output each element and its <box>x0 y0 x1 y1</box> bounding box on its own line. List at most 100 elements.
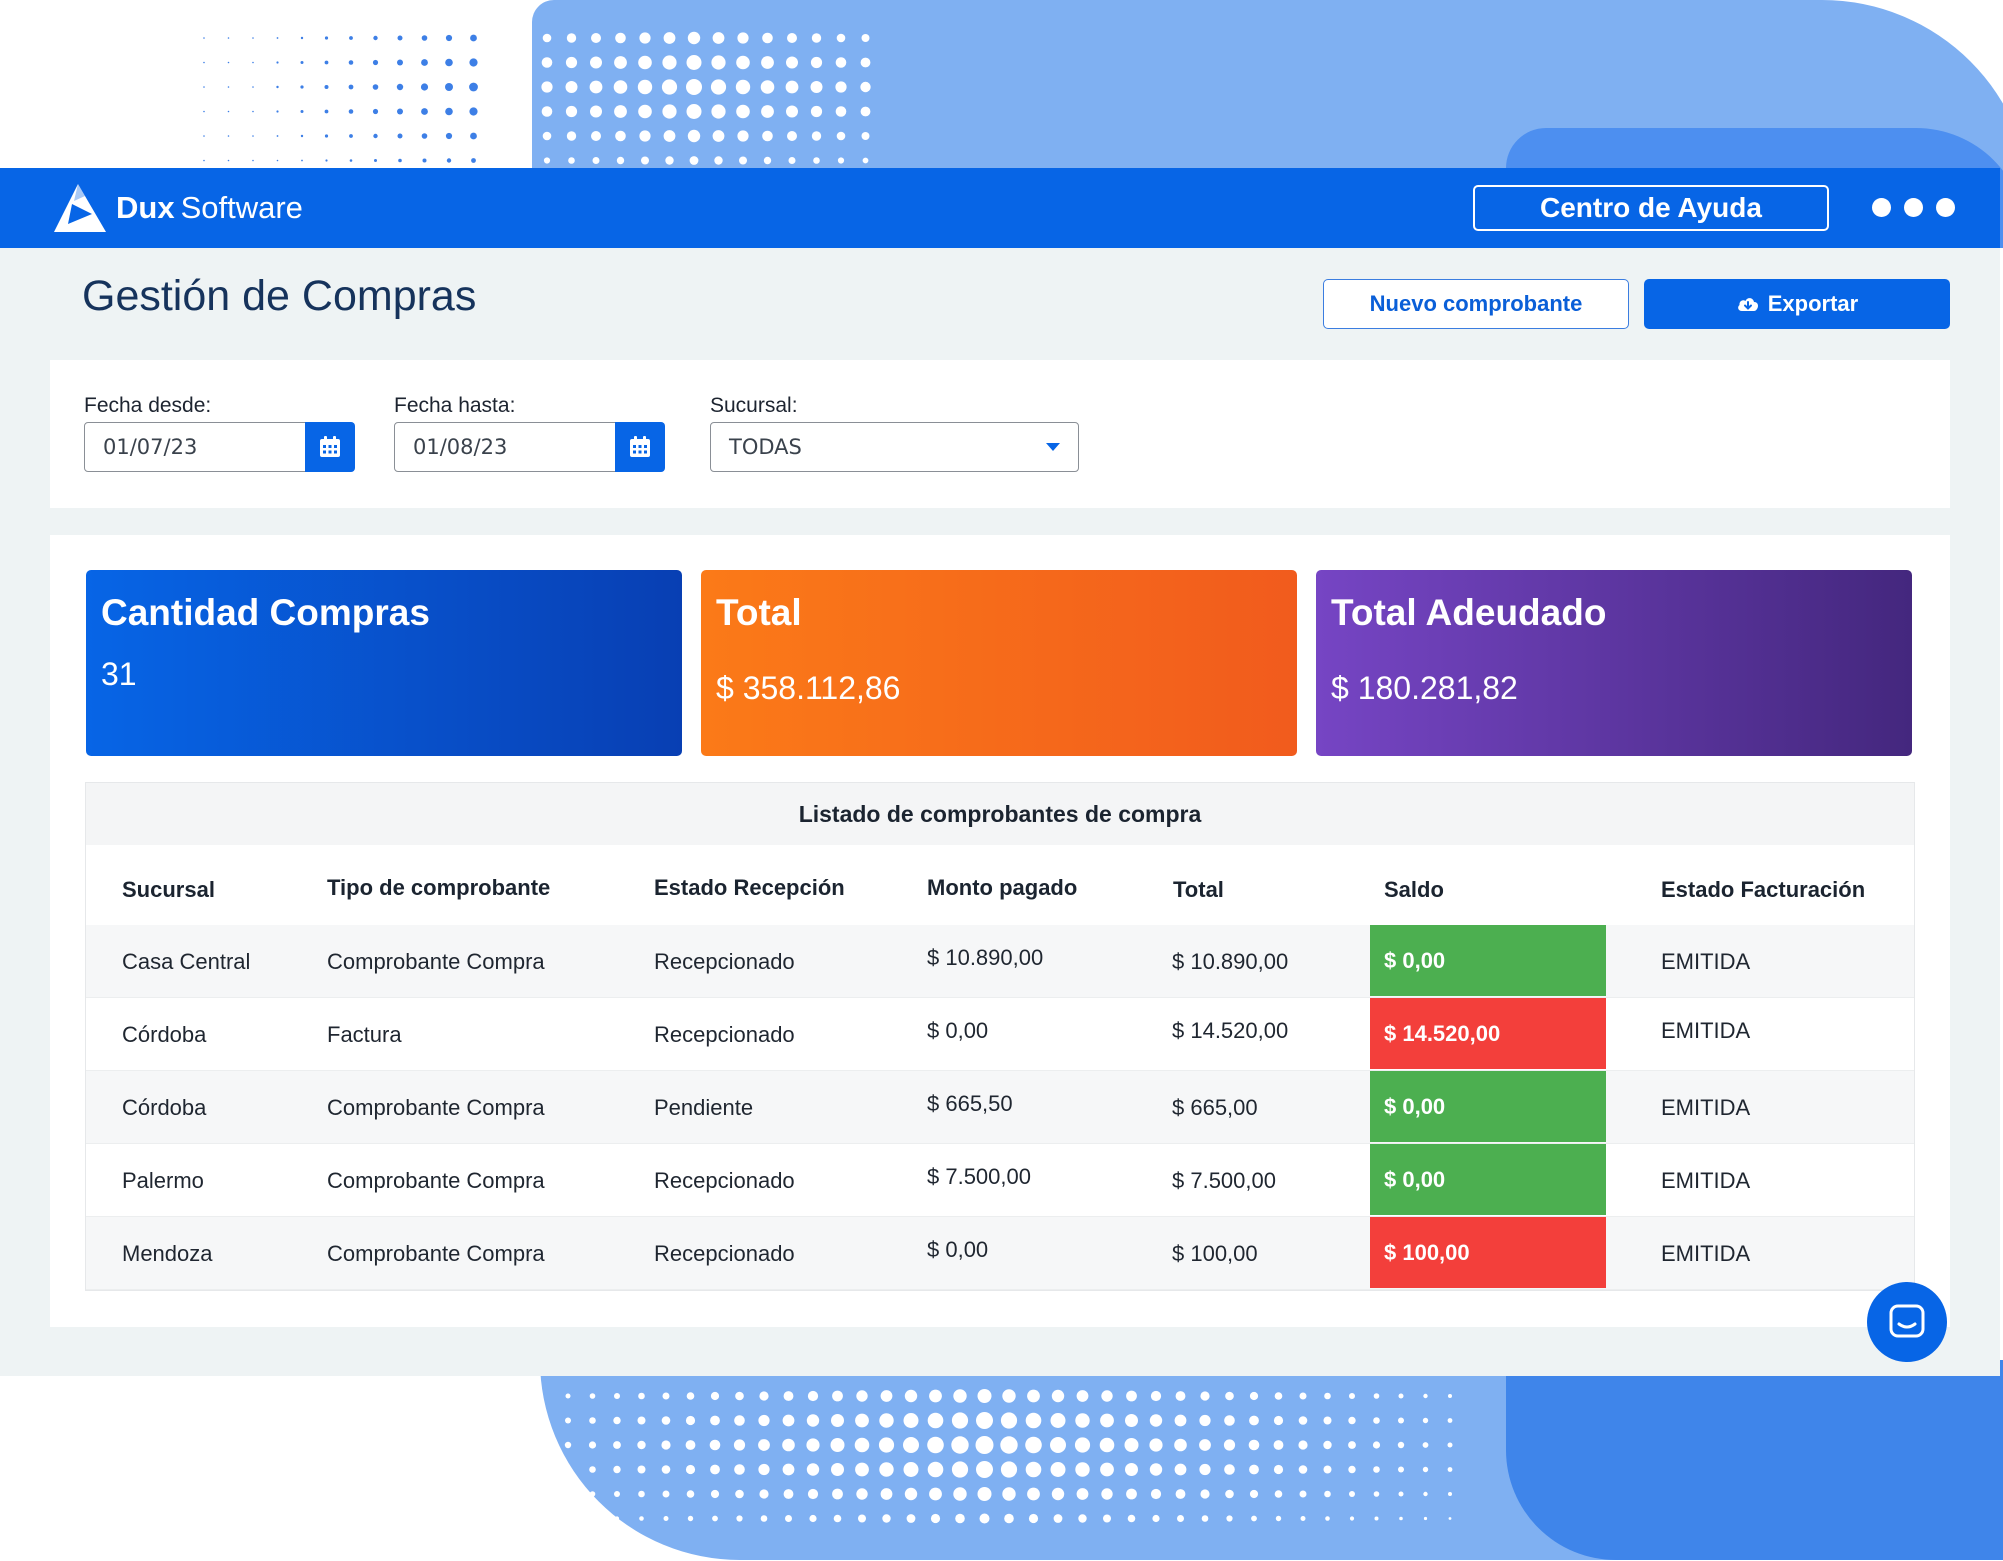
date-to-calendar-button[interactable] <box>614 422 665 472</box>
halftone-dot <box>300 36 304 40</box>
export-button[interactable]: Exportar <box>1644 279 1950 329</box>
halftone-dot <box>568 157 575 164</box>
halftone-dot <box>1053 1514 1063 1523</box>
branch-select[interactable]: TODAS <box>710 422 1079 472</box>
halftone-dot <box>1298 1465 1308 1474</box>
halftone-dot <box>203 86 205 88</box>
halftone-dot <box>1076 1390 1089 1402</box>
table-row[interactable]: Córdoba Factura Recepcionado $ 0,00 $ 14… <box>86 998 1914 1071</box>
halftone-dot <box>493 58 503 67</box>
halftone-dot <box>1101 1488 1113 1500</box>
halftone-dot <box>276 85 279 89</box>
table-row[interactable]: Córdoba Comprobante Compra Pendiente $ 6… <box>86 1071 1914 1144</box>
chat-button[interactable] <box>1867 1282 1947 1362</box>
halftone-dot <box>397 59 403 66</box>
halftone-dot <box>835 57 847 68</box>
halftone-dot <box>1300 1516 1306 1521</box>
halftone-dot <box>517 81 528 93</box>
halftone-dot <box>589 1491 596 1497</box>
halftone-dot <box>300 110 304 113</box>
halftone-dot <box>1423 1516 1428 1521</box>
halftone-dot <box>566 131 577 141</box>
halftone-dot <box>837 157 845 164</box>
cell-saldo: $ 0,00 <box>1370 1071 1606 1142</box>
halftone-dot <box>1025 1461 1042 1478</box>
halftone-dot <box>709 1439 721 1451</box>
halftone-dot <box>806 1438 820 1452</box>
table-row[interactable]: Mendoza Comprobante Compra Recepcionado … <box>86 1217 1914 1290</box>
brand-logo[interactable]: Dux Software <box>52 182 303 234</box>
halftone-dot <box>977 1389 992 1403</box>
top-bar: Dux Software Centro de Ayuda <box>0 168 2000 248</box>
help-center-button[interactable]: Centro de Ayuda <box>1473 185 1829 231</box>
halftone-dot <box>589 1466 596 1473</box>
halftone-dot <box>878 1437 895 1453</box>
halftone-dot <box>758 1463 770 1476</box>
more-dots-icon[interactable] <box>1872 198 1955 217</box>
halftone-dot <box>564 1441 572 1449</box>
cell-pagado: $ 7.500,00 <box>927 1164 1031 1189</box>
halftone-dot <box>712 1515 718 1522</box>
halftone-dot <box>735 1489 744 1499</box>
halftone-dot <box>565 81 578 93</box>
halftone-dot <box>1224 1464 1235 1475</box>
halftone-dot <box>1000 1436 1018 1454</box>
halftone-dot <box>1126 1390 1137 1402</box>
halftone-dot <box>882 1514 891 1523</box>
halftone-dot <box>1199 1414 1211 1427</box>
halftone-dot <box>1027 1487 1040 1501</box>
halftone-dot <box>782 1414 795 1427</box>
halftone-dot <box>1002 1487 1016 1501</box>
col-tipo[interactable]: Tipo de comprobante <box>327 875 550 901</box>
col-sucursal[interactable]: Sucursal <box>122 877 215 903</box>
halftone-dot <box>953 1389 967 1403</box>
cell-tipo: Factura <box>327 1022 402 1047</box>
halftone-dot <box>835 106 847 117</box>
halftone-dot <box>763 156 772 165</box>
halftone-dot <box>397 108 403 115</box>
col-estado-recepcion[interactable]: Estado Recepción <box>654 875 845 901</box>
date-from-field[interactable]: 01/07/23 <box>84 422 355 472</box>
cell-sucursal: Mendoza <box>122 1241 213 1266</box>
col-saldo[interactable]: Saldo <box>1384 877 1444 903</box>
halftone-dot <box>689 156 699 165</box>
col-total[interactable]: Total <box>1173 877 1224 903</box>
halftone-dot <box>349 159 353 162</box>
col-monto-pagado[interactable]: Monto pagado <box>927 875 1077 901</box>
dot <box>1872 198 1891 217</box>
halftone-dot <box>811 131 822 141</box>
table-row[interactable]: Casa Central Comprobante Compra Recepcio… <box>86 925 1914 998</box>
dot <box>1936 198 1955 217</box>
date-to-field[interactable]: 01/08/23 <box>394 422 665 472</box>
table-header: Sucursal Tipo de comprobante Estado Rece… <box>86 845 1914 925</box>
new-voucher-button[interactable]: Nuevo comprobante <box>1323 279 1629 329</box>
halftone-dot <box>1299 1392 1307 1400</box>
halftone-dot <box>929 1487 942 1501</box>
halftone-dot <box>979 1513 990 1524</box>
dot <box>1904 198 1923 217</box>
halftone-dot <box>397 35 403 41</box>
halftone-dot <box>975 1436 994 1454</box>
table-row[interactable]: Palermo Comprobante Compra Recepcionado … <box>86 1144 1914 1217</box>
halftone-dot <box>1298 1416 1308 1425</box>
date-from-calendar-button[interactable] <box>304 422 355 472</box>
halftone-dot <box>588 1441 597 1449</box>
halftone-dot <box>397 133 403 139</box>
halftone-dot <box>590 1516 595 1521</box>
date-to-label: Fecha hasta: <box>394 394 516 417</box>
card-title: Cantidad Compras <box>101 592 430 633</box>
halftone-dot <box>662 1392 670 1400</box>
halftone-dot <box>1349 1393 1355 1399</box>
halftone-dot <box>833 1514 842 1523</box>
halftone-dot <box>1373 1417 1380 1424</box>
halftone-dot <box>1299 1490 1307 1498</box>
cell-tipo: Comprobante Compra <box>327 949 545 974</box>
halftone-dot <box>856 1390 868 1402</box>
halftone-dot <box>1028 1513 1039 1524</box>
caret-down-icon <box>1046 443 1060 451</box>
col-estado-facturacion[interactable]: Estado Facturación <box>1661 877 1865 903</box>
halftone-dot <box>638 1392 645 1400</box>
halftone-dot <box>637 1440 646 1450</box>
content-panel: Cantidad Compras 31 Total $ 358.112,86 T… <box>50 535 1950 1327</box>
halftone-dot <box>1199 1439 1211 1451</box>
